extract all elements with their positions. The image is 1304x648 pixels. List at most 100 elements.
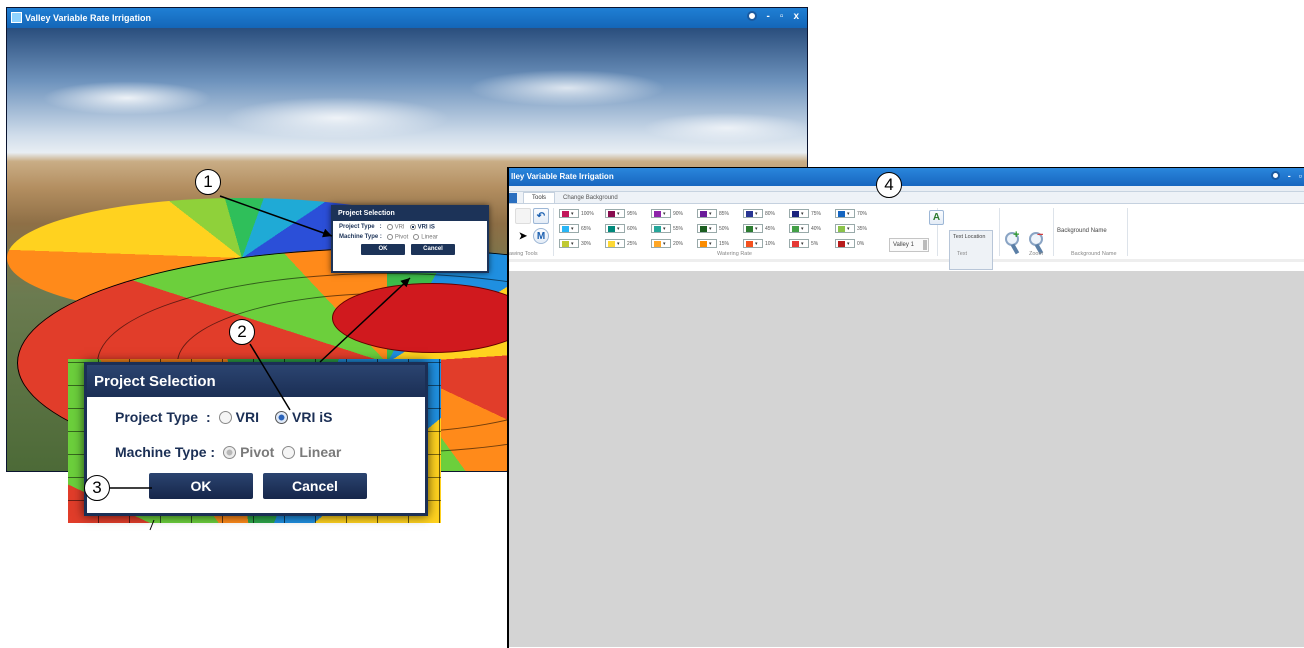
callout-3: 3 — [84, 475, 110, 501]
watering-rate-swatch[interactable]: ▾ 50% — [697, 224, 729, 233]
text-color-icon[interactable]: A — [929, 210, 944, 225]
color-dropdown[interactable]: ▾ — [605, 209, 625, 218]
color-dropdown[interactable]: ▾ — [651, 239, 671, 248]
watering-rate-swatch[interactable]: ▾ 10% — [743, 239, 775, 248]
chevron-down-icon: ▾ — [663, 240, 666, 247]
undo-icon[interactable]: ↶ — [533, 208, 549, 224]
tab-change-background[interactable]: Change Background — [555, 193, 626, 203]
group-label-watering-rate: Watering Rate — [717, 251, 752, 257]
color-dropdown[interactable]: ▾ — [743, 209, 763, 218]
pointer-icon[interactable]: ➤ — [515, 228, 531, 244]
color-dropdown[interactable]: ▾ — [835, 209, 855, 218]
color-chip — [700, 210, 707, 217]
watering-rate-swatch[interactable]: ▾ 0% — [835, 239, 864, 248]
watering-rate-swatch[interactable]: ▾ 55% — [651, 224, 683, 233]
scroll-thumb[interactable] — [923, 240, 927, 250]
watering-rate-swatch[interactable]: ▾ 95% — [605, 209, 637, 218]
color-dropdown[interactable]: ▾ — [789, 224, 809, 233]
watering-rate-label: 100% — [581, 210, 594, 217]
chevron-down-icon: ▾ — [571, 225, 574, 232]
ok-button[interactable]: OK — [361, 244, 405, 256]
vri-is-radio[interactable]: VRI iS — [275, 409, 332, 425]
watering-rate-swatch[interactable]: ▾ 20% — [651, 239, 683, 248]
sky-clouds — [7, 58, 807, 168]
ok-button[interactable]: OK — [149, 473, 253, 499]
color-dropdown[interactable]: ▾ — [605, 224, 625, 233]
color-chip — [562, 240, 569, 247]
help-icon[interactable] — [1270, 171, 1280, 180]
watering-rate-label: 10% — [765, 240, 776, 247]
color-dropdown[interactable]: ▾ — [559, 224, 579, 233]
machine-type-row: Machine Type : Pivot Linear — [115, 444, 341, 460]
pivot-radio[interactable]: Pivot — [386, 233, 408, 240]
color-dropdown[interactable]: ▾ — [789, 239, 809, 248]
color-dropdown[interactable]: ▾ — [835, 239, 855, 248]
color-chip — [746, 210, 753, 217]
background-name-field[interactable]: Background Name — [1057, 228, 1107, 234]
watering-rate-label: 40% — [811, 225, 822, 232]
linear-radio[interactable]: Linear — [413, 233, 438, 240]
main-titlebar: lley Variable Rate Irrigation - ▫ — [509, 168, 1304, 186]
color-dropdown[interactable]: ▾ — [743, 239, 763, 248]
color-chip — [700, 240, 707, 247]
radio-icon — [413, 233, 420, 240]
watering-rate-swatch[interactable]: ▾ 60% — [605, 224, 637, 233]
watering-rate-swatch[interactable]: ▾ 30% — [559, 239, 591, 248]
watering-rate-swatch[interactable]: ▾ 65% — [559, 224, 591, 233]
dialog-title: Project Selection — [333, 207, 487, 221]
restore-button[interactable]: ▫ — [780, 11, 784, 22]
watering-rate-swatch[interactable]: ▾ 40% — [789, 224, 821, 233]
group-label-text: Text — [957, 251, 968, 257]
color-dropdown[interactable]: ▾ — [559, 209, 579, 218]
watering-rate-swatch[interactable]: ▾ 15% — [697, 239, 729, 248]
watering-rate-swatch[interactable]: ▾ 70% — [835, 209, 867, 218]
watering-rate-label: 30% — [581, 240, 592, 247]
splash-titlebar: Valley Variable Rate Irrigation - ▫ x — [7, 8, 807, 28]
restore-button[interactable]: ▫ — [1299, 171, 1302, 181]
minimize-button[interactable]: - — [1288, 171, 1291, 181]
zoom-in-icon[interactable]: + — [1005, 229, 1023, 255]
color-dropdown[interactable]: ▾ — [743, 224, 763, 233]
group-label-zoom: Zoom — [1029, 251, 1044, 257]
linear-radio[interactable]: Linear — [282, 444, 341, 460]
blank-tool-icon[interactable] — [515, 208, 531, 224]
color-dropdown[interactable]: ▾ — [605, 239, 625, 248]
close-button[interactable]: x — [793, 11, 799, 22]
color-dropdown[interactable]: ▾ — [559, 239, 579, 248]
tab-tools[interactable]: Tools — [523, 192, 556, 203]
cancel-button[interactable]: Cancel — [411, 244, 455, 256]
watering-rate-swatch[interactable]: ▾ 80% — [743, 209, 775, 218]
watering-rate-swatch[interactable]: ▾ 25% — [605, 239, 637, 248]
valley-select[interactable]: Valley 1 — [889, 238, 929, 252]
location-tool-button[interactable]: Location — [965, 234, 986, 240]
color-dropdown[interactable]: ▾ — [697, 209, 717, 218]
chevron-down-icon: ▾ — [709, 210, 712, 217]
watering-rate-label: 60% — [627, 225, 638, 232]
watering-rate-swatch[interactable]: ▾ 35% — [835, 224, 867, 233]
vri-radio[interactable]: VRI — [386, 224, 405, 231]
measure-icon[interactable]: M — [533, 228, 549, 244]
color-dropdown[interactable]: ▾ — [697, 224, 717, 233]
color-dropdown[interactable]: ▾ — [697, 239, 717, 248]
vri-radio[interactable]: VRI — [218, 409, 259, 425]
color-dropdown[interactable]: ▾ — [835, 224, 855, 233]
color-dropdown[interactable]: ▾ — [651, 224, 671, 233]
watering-rate-swatch[interactable]: ▾ 5% — [789, 239, 818, 248]
color-dropdown[interactable]: ▾ — [789, 209, 809, 218]
color-dropdown[interactable]: ▾ — [651, 209, 671, 218]
watering-rate-label: 35% — [857, 225, 868, 232]
vri-is-radio[interactable]: VRI iS — [409, 224, 435, 231]
file-menu-button[interactable] — [509, 193, 517, 203]
pivot-radio[interactable]: Pivot — [223, 444, 274, 460]
watering-rate-swatch[interactable]: ▾ 75% — [789, 209, 821, 218]
minimize-button[interactable]: - — [767, 11, 770, 22]
watering-rate-swatch[interactable]: ▾ 100% — [559, 209, 594, 218]
watering-rate-swatch[interactable]: ▾ 85% — [697, 209, 729, 218]
chevron-down-icon: ▾ — [755, 240, 758, 247]
watering-rate-swatch[interactable]: ▾ 90% — [651, 209, 683, 218]
help-icon[interactable] — [746, 11, 757, 21]
watering-rate-swatch[interactable]: ▾ 45% — [743, 224, 775, 233]
cancel-button[interactable]: Cancel — [263, 473, 367, 499]
drawing-canvas[interactable] — [509, 271, 1304, 647]
text-tool-button[interactable]: Text — [953, 234, 963, 240]
